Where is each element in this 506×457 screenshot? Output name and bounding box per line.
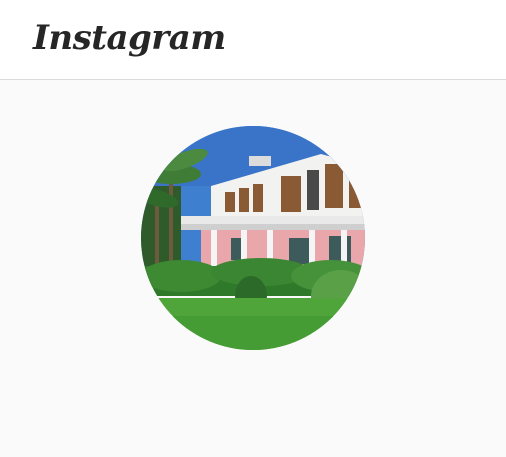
top-header: Instagram: [0, 0, 506, 80]
main-content: [0, 80, 506, 457]
instagram-logo[interactable]: Instagram: [33, 16, 226, 60]
profile-avatar[interactable]: [141, 126, 365, 350]
avatar-image: [141, 126, 365, 350]
